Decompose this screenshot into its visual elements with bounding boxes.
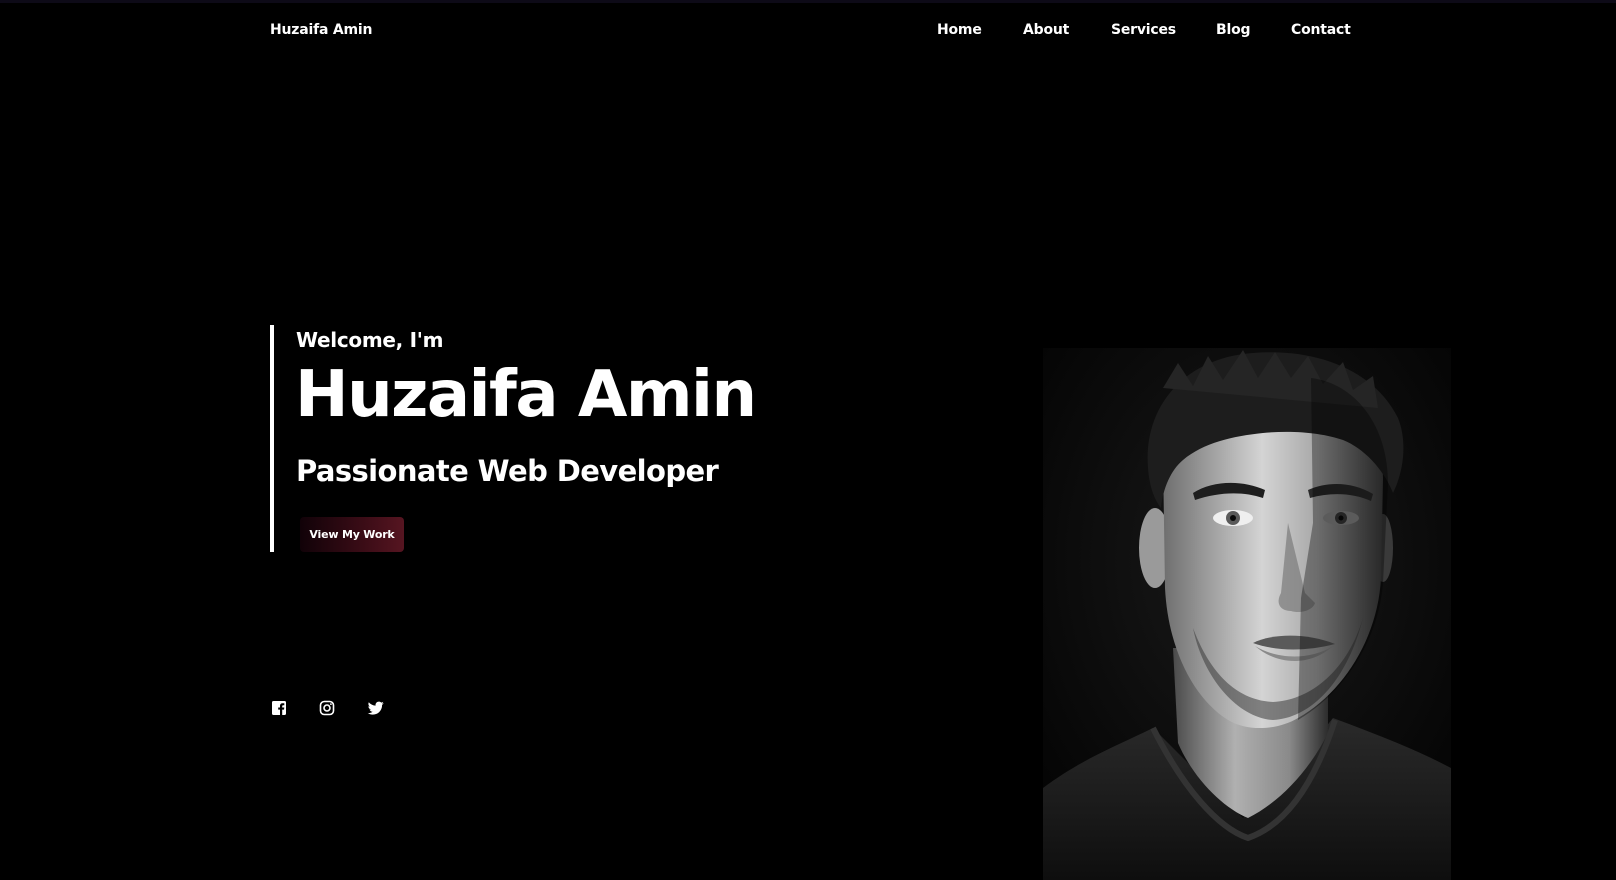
hero-role: Passionate Web Developer bbox=[296, 454, 719, 488]
social-links bbox=[271, 700, 391, 718]
hero-accent-bar bbox=[270, 325, 274, 552]
nav-home[interactable]: Home bbox=[937, 22, 982, 38]
facebook-icon[interactable] bbox=[271, 700, 289, 718]
instagram-icon[interactable] bbox=[319, 700, 337, 718]
nav-services[interactable]: Services bbox=[1111, 22, 1176, 38]
twitter-icon[interactable] bbox=[367, 700, 385, 718]
nav-links: Home About Services Blog Contact bbox=[937, 22, 1351, 42]
navbar: Huzaifa Amin Home About Services Blog Co… bbox=[0, 0, 1616, 62]
nav-blog[interactable]: Blog bbox=[1216, 22, 1251, 38]
hero-greeting: Welcome, I'm bbox=[296, 328, 444, 352]
hero-section: Welcome, I'm Huzaifa Amin Passionate Web… bbox=[270, 325, 1030, 552]
profile-portrait bbox=[1043, 348, 1451, 880]
brand-logo[interactable]: Huzaifa Amin bbox=[270, 22, 372, 38]
nav-about[interactable]: About bbox=[1023, 22, 1069, 38]
portrait-illustration bbox=[1043, 348, 1451, 880]
nav-contact[interactable]: Contact bbox=[1291, 22, 1351, 38]
hero-name: Huzaifa Amin bbox=[295, 358, 757, 432]
view-my-work-button[interactable]: View My Work bbox=[300, 517, 404, 552]
